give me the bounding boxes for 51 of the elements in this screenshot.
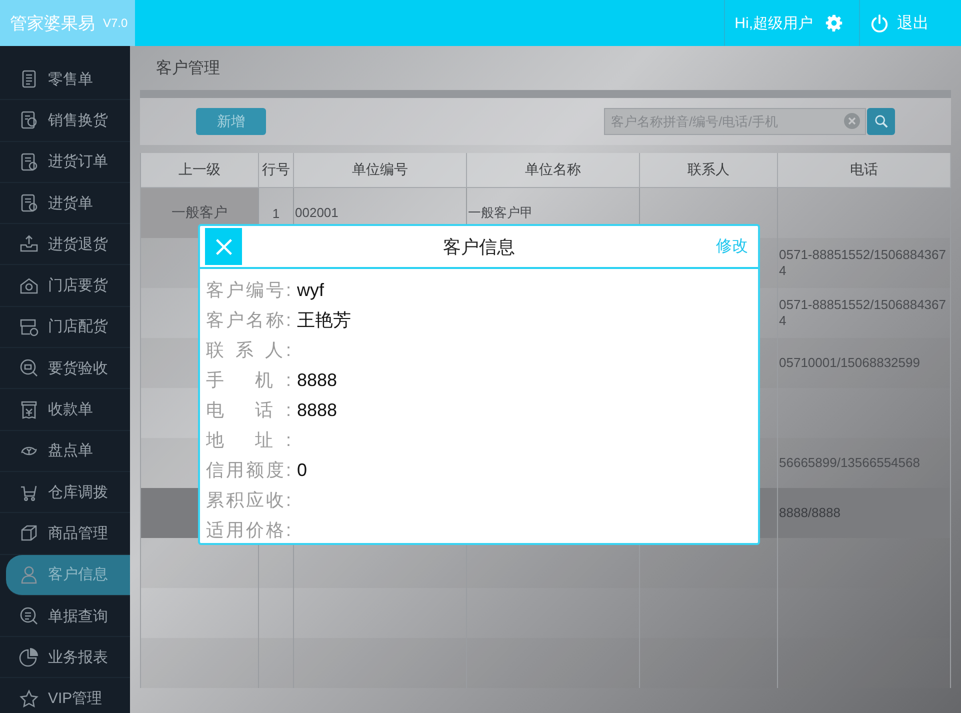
table-cell: 0571-88851552/15068843674 (778, 288, 951, 338)
column-header: 上一级 (141, 153, 259, 188)
table-cell: 05710001/15068832599 (778, 338, 951, 388)
close-button[interactable] (205, 228, 242, 265)
field-value: 0 (297, 460, 308, 480)
field-label: 客户编号: (206, 279, 291, 302)
field-value: 8888 (297, 370, 338, 390)
close-icon (214, 238, 232, 256)
user-greeting: Hi,超级用户 (734, 14, 813, 32)
pie-chart-icon (19, 647, 39, 668)
dialog-title: 客户信息 (442, 236, 516, 258)
person-icon (19, 564, 39, 585)
search-icon (19, 358, 39, 378)
table-cell (259, 638, 294, 688)
star-icon (19, 688, 39, 709)
store-icon (19, 316, 39, 337)
page-title: 客户管理 (156, 58, 220, 78)
table-cell: 0571-88851552/15068843674 (778, 238, 951, 288)
settings-icon[interactable] (825, 14, 843, 32)
column-header: 单位编号 (294, 153, 467, 188)
field-value: wyf (297, 280, 324, 300)
column-header: 行号 (259, 153, 294, 188)
field-label: 信用额度: (206, 459, 291, 482)
field-label: 联 系 人: (206, 339, 291, 362)
clear-icon[interactable] (844, 113, 860, 129)
field-label: 客户名称: (206, 309, 291, 332)
field-value: 王艳芳 (297, 309, 351, 332)
field-label: 地 址: (206, 429, 291, 452)
field-value: 8888 (297, 400, 338, 420)
search-button[interactable] (867, 108, 895, 135)
power-icon (870, 14, 889, 32)
receipt-icon (19, 400, 39, 420)
table-cell: 8888/8888 (778, 488, 951, 538)
field-label: 电 话: (206, 399, 291, 422)
box-icon (19, 523, 39, 544)
field-label: 手 机: (206, 369, 291, 392)
search-icon (874, 114, 888, 129)
column-header: 单位名称 (467, 153, 640, 188)
field-label: 适用价格: (206, 519, 291, 542)
table-cell: 56665899/13566554568 (778, 438, 951, 488)
document-icon (19, 152, 39, 172)
search-icon (19, 606, 39, 626)
tray-icon (19, 234, 39, 254)
column-header: 电话 (778, 153, 951, 188)
app-title: 管家婆果易 (10, 12, 95, 34)
app-version: V7.0 (103, 16, 128, 30)
document-icon (19, 110, 39, 130)
column-header: 联系人 (640, 153, 778, 188)
house-icon (19, 276, 39, 296)
field-label: 累积应收: (206, 489, 291, 512)
document-icon (19, 193, 39, 214)
